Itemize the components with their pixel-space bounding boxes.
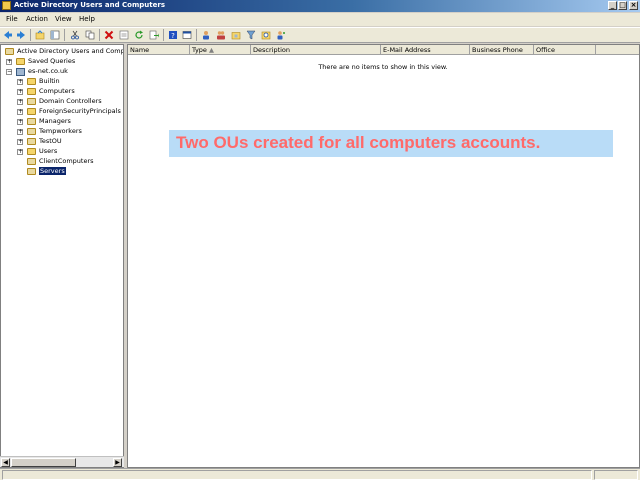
column-header-name[interactable]: Name xyxy=(128,45,190,55)
up-icon[interactable] xyxy=(35,30,45,40)
aduc-app-icon xyxy=(2,1,11,10)
new-group-icon[interactable] xyxy=(216,30,226,40)
column-header-office[interactable]: Office xyxy=(534,45,596,55)
expand-icon[interactable]: + xyxy=(17,139,23,145)
column-header-email[interactable]: E-Mail Address xyxy=(381,45,470,55)
cut-icon[interactable] xyxy=(70,30,80,40)
folder-icon xyxy=(27,108,36,115)
menu-file[interactable]: File xyxy=(6,15,18,23)
menu-bar: File Action View Help xyxy=(0,13,640,26)
forward-icon[interactable] xyxy=(16,30,26,40)
tree-item-label: ForeignSecurityPrincipals xyxy=(39,107,121,115)
ou-icon xyxy=(27,98,36,105)
column-header-type[interactable]: Type ▲ xyxy=(190,45,251,55)
minimize-button[interactable]: _ xyxy=(608,1,617,10)
copy-icon[interactable] xyxy=(85,30,95,40)
svg-text:?: ? xyxy=(171,32,175,40)
tree-item-label: es-net.co.uk xyxy=(28,67,68,75)
console-tree[interactable]: Active Directory Users and Comput + Save… xyxy=(0,44,124,468)
delete-icon[interactable] xyxy=(104,30,114,40)
tree-item-label: ClientComputers xyxy=(39,157,94,165)
scroll-left-button[interactable]: ◀ xyxy=(1,458,10,467)
expand-icon[interactable]: + xyxy=(17,119,23,125)
maximize-button[interactable]: □ xyxy=(618,1,627,10)
status-pane-secondary xyxy=(594,470,638,480)
expand-icon[interactable]: + xyxy=(6,59,12,65)
menu-action[interactable]: Action xyxy=(26,15,48,23)
tree-item-label: Servers xyxy=(39,167,66,175)
refresh-icon[interactable] xyxy=(134,30,144,40)
expand-icon[interactable]: + xyxy=(17,99,23,105)
expand-icon[interactable]: + xyxy=(17,149,23,155)
title-bar: Active Directory Users and Computers _ □… xyxy=(0,0,640,12)
annotation-banner: Two OUs created for all computers accoun… xyxy=(169,130,613,157)
tree-item-label: Tempworkers xyxy=(39,127,82,135)
annotation-text: Two OUs created for all computers accoun… xyxy=(176,133,541,152)
back-icon[interactable] xyxy=(3,30,13,40)
expand-icon[interactable]: + xyxy=(17,109,23,115)
expand-icon[interactable]: + xyxy=(17,129,23,135)
sort-ascending-icon: ▲ xyxy=(209,46,215,54)
new-user-icon[interactable] xyxy=(201,30,211,40)
folder-icon xyxy=(27,78,36,85)
show-hide-tree-icon[interactable] xyxy=(50,30,60,40)
tree-item-label: Users xyxy=(39,147,58,155)
ou-icon xyxy=(27,128,36,135)
add-to-group-icon[interactable] xyxy=(276,30,286,40)
ou-icon xyxy=(27,118,36,125)
ou-icon xyxy=(27,168,36,175)
toolbar-separator xyxy=(64,29,65,41)
scroll-thumb[interactable] xyxy=(11,458,76,467)
new-ou-icon[interactable] xyxy=(231,30,241,40)
new-window-icon[interactable] xyxy=(182,30,192,40)
collapse-icon[interactable]: − xyxy=(6,69,12,75)
export-list-icon[interactable] xyxy=(149,30,159,40)
domain-icon xyxy=(16,68,25,76)
toolbar: ? xyxy=(0,27,640,43)
filter-icon[interactable] xyxy=(246,30,256,40)
menu-view[interactable]: View xyxy=(55,15,72,23)
details-pane[interactable]: Name Type ▲ Description E-Mail Address B… xyxy=(127,44,640,468)
ou-icon xyxy=(27,138,36,145)
folder-icon xyxy=(27,88,36,95)
tree-horizontal-scrollbar[interactable]: ◀ ▶ xyxy=(0,456,124,467)
menu-help[interactable]: Help xyxy=(79,15,95,23)
empty-list-message: There are no items to show in this view. xyxy=(318,63,448,71)
tree-item-label: Computers xyxy=(39,87,75,95)
status-bar xyxy=(0,468,640,480)
tree-item-label: Domain Controllers xyxy=(39,97,102,105)
toolbar-separator xyxy=(30,29,31,41)
close-button[interactable]: × xyxy=(629,1,638,10)
column-header-type-label: Type xyxy=(192,46,207,54)
tree-item-label: TestOU xyxy=(39,137,62,145)
column-header-business-phone[interactable]: Business Phone xyxy=(470,45,534,55)
ou-icon xyxy=(27,158,36,165)
toolbar-separator xyxy=(163,29,164,41)
folder-icon xyxy=(27,148,36,155)
list-header: Name Type ▲ Description E-Mail Address B… xyxy=(128,45,639,55)
help-icon[interactable]: ? xyxy=(168,30,178,40)
tree-item-label: Saved Queries xyxy=(28,57,76,65)
toolbar-separator xyxy=(99,29,100,41)
properties-icon[interactable] xyxy=(119,30,129,40)
folder-icon xyxy=(16,58,25,65)
expand-icon[interactable]: + xyxy=(17,79,23,85)
aduc-root-icon xyxy=(5,48,14,55)
tree-root-label: Active Directory Users and Comput xyxy=(17,47,124,55)
scroll-right-button[interactable]: ▶ xyxy=(113,458,122,467)
expand-icon[interactable]: + xyxy=(17,89,23,95)
status-pane-main xyxy=(2,470,592,480)
toolbar-separator xyxy=(196,29,197,41)
tree-item-label: Managers xyxy=(39,117,71,125)
tree-item-label: Builtin xyxy=(39,77,60,85)
find-icon[interactable] xyxy=(261,30,271,40)
window-title: Active Directory Users and Computers xyxy=(14,1,165,9)
column-header-description[interactable]: Description xyxy=(251,45,381,55)
